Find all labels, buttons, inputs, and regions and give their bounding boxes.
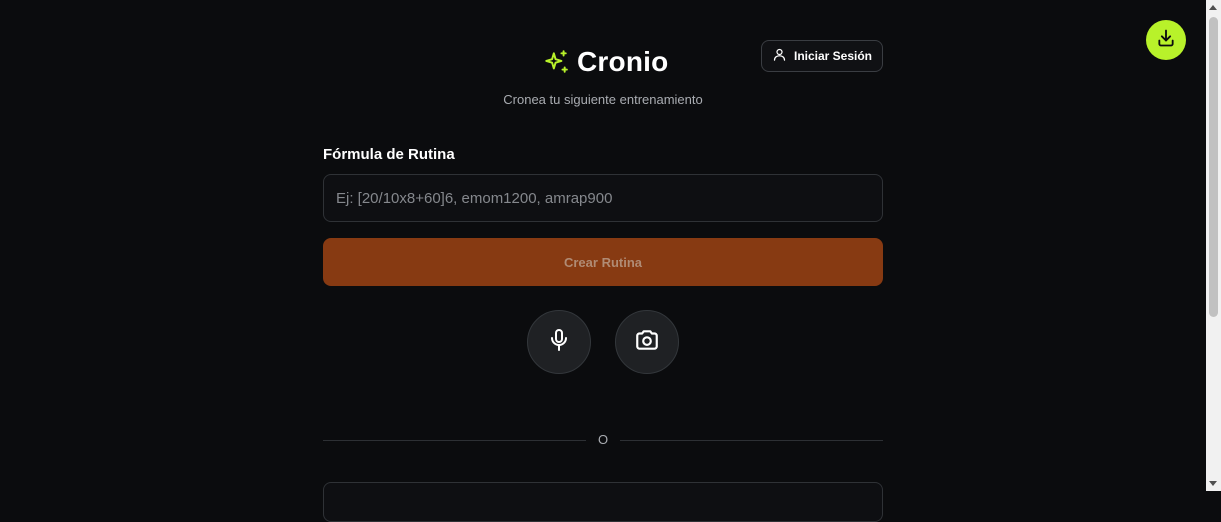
scrollbar-thumb[interactable]	[1209, 17, 1218, 317]
scrollbar[interactable]	[1206, 0, 1221, 491]
create-routine-button[interactable]: Crear Rutina	[323, 238, 883, 286]
divider-text: O	[597, 432, 609, 447]
sparkles-icon	[543, 49, 569, 75]
formula-input[interactable]	[323, 174, 883, 222]
camera-input-button[interactable]	[615, 310, 679, 374]
divider-line-left	[323, 440, 586, 441]
page-subtitle: Cronea tu siguiente entrenamiento	[503, 92, 703, 107]
download-icon	[1156, 28, 1176, 53]
brand: Cronio	[543, 44, 668, 80]
user-icon	[772, 47, 787, 65]
scroll-down-arrow-icon[interactable]	[1209, 481, 1217, 486]
next-section-card	[323, 482, 883, 522]
download-button[interactable]	[1146, 20, 1186, 60]
divider-line-right	[620, 440, 883, 441]
microphone-icon	[547, 328, 571, 357]
camera-icon	[634, 327, 660, 358]
scroll-up-arrow-icon[interactable]	[1209, 5, 1217, 10]
formula-label: Fórmula de Rutina	[323, 146, 455, 163]
voice-input-button[interactable]	[527, 310, 591, 374]
app-title: Cronio	[577, 46, 669, 77]
login-label: Iniciar Sesión	[793, 49, 873, 63]
login-button[interactable]: Iniciar Sesión	[761, 40, 883, 72]
